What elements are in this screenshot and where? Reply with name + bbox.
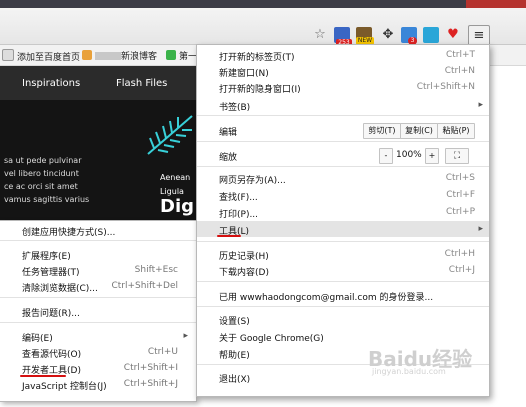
menu-settings[interactable]: 设置(S) xyxy=(219,314,477,327)
body-text: sa ut pede pulvinar xyxy=(4,156,82,165)
heart-extension-icon[interactable]: ♥ xyxy=(445,27,461,43)
submenu-view-source[interactable]: 查看源代码(O) Ctrl+U xyxy=(22,347,190,360)
menu-signed-in[interactable]: 已用 wwwhaodongcom@gmail.com 的身份登录... xyxy=(219,290,477,303)
copy-button[interactable]: 复制(C) xyxy=(400,123,438,139)
side-heading: Ligula xyxy=(160,187,184,196)
submenu-arrow-icon: ▸ xyxy=(478,224,483,234)
zoom-out-button[interactable]: - xyxy=(379,148,393,164)
menu-divider xyxy=(0,322,196,323)
menu-divider xyxy=(0,297,196,298)
blurred-text xyxy=(95,52,121,60)
title-bar xyxy=(0,0,526,8)
leaf-icon xyxy=(166,50,176,60)
menu-bookmarks[interactable]: 书签(B) ▸ xyxy=(219,100,483,113)
menu-new-incognito[interactable]: 打开新的隐身窗口(I) Ctrl+Shift+N xyxy=(219,82,477,95)
nav-inspirations[interactable]: Inspirations xyxy=(22,78,80,89)
annotation-underline xyxy=(217,235,241,237)
zoom-in-button[interactable]: + xyxy=(425,148,439,164)
zoom-level: 100% xyxy=(396,150,422,160)
body-text: vamus sagittis varius xyxy=(4,195,90,204)
menu-divider xyxy=(197,306,489,307)
submenu-create-shortcut[interactable]: 创建应用快捷方式(S)... xyxy=(22,225,190,238)
submenu-arrow-icon: ▸ xyxy=(478,100,483,110)
page-icon xyxy=(2,49,14,61)
menu-save-as[interactable]: 网页另存为(A)... Ctrl+S xyxy=(219,173,477,186)
menu-print[interactable]: 打印(P)... Ctrl+P xyxy=(219,207,477,220)
menu-find[interactable]: 查找(F)... Ctrl+F xyxy=(219,190,477,203)
menu-new-window[interactable]: 新建窗口(N) Ctrl+N xyxy=(219,66,477,79)
menu-tools[interactable]: 工具(L) ▸ xyxy=(219,224,483,237)
bookmark-baidu[interactable]: 添加至百度首页 xyxy=(2,49,80,63)
nav-flash-files[interactable]: Flash Files xyxy=(116,78,167,89)
weibo-extension-icon[interactable] xyxy=(423,27,439,43)
submenu-arrow-icon: ▸ xyxy=(183,331,188,341)
paste-button[interactable]: 粘贴(P) xyxy=(437,123,475,139)
fullscreen-icon[interactable]: ⛶ xyxy=(445,148,469,164)
menu-downloads[interactable]: 下载内容(D) Ctrl+J xyxy=(219,265,477,278)
menu-divider xyxy=(197,166,489,167)
site-navigation: Inspirations Flash Files xyxy=(0,66,210,100)
submenu-task-manager[interactable]: 任务管理器(T) Shift+Esc xyxy=(22,265,190,278)
feather-graphic xyxy=(147,115,193,155)
menu-new-tab[interactable]: 打开新的标签页(T) Ctrl+T xyxy=(219,50,477,63)
watermark-url: jingyan.baidu.com xyxy=(372,367,446,376)
body-text: ce ac orci sit amet xyxy=(4,182,78,191)
submenu-report-issue[interactable]: 报告问题(R)... xyxy=(22,306,190,319)
menu-history[interactable]: 历史记录(H) Ctrl+H xyxy=(219,249,477,262)
body-text: vel libero tincidunt xyxy=(4,169,79,178)
window-controls[interactable] xyxy=(466,0,526,8)
site-content: sa ut pede pulvinar vel libero tincidunt… xyxy=(0,100,210,220)
submenu-encoding[interactable]: 编码(E) ▸ xyxy=(22,331,190,344)
puzzle-extension-icon[interactable]: ✥ xyxy=(380,27,396,43)
cut-button[interactable]: 剪切(T) xyxy=(363,123,401,139)
menu-divider xyxy=(197,281,489,282)
side-heading: Aenean xyxy=(160,173,191,182)
submenu-clear-data[interactable]: 清除浏览数据(C)... Ctrl+Shift+Del xyxy=(22,281,190,294)
site-logo-text: Dig xyxy=(160,196,194,217)
menu-divider xyxy=(197,141,489,142)
submenu-extensions[interactable]: 扩展程序(E) xyxy=(22,249,190,262)
submenu-js-console[interactable]: JavaScript 控制台(J) Ctrl+Shift+J xyxy=(22,379,190,392)
bookmark-third[interactable]: 第一 xyxy=(166,49,197,62)
bookmark-sina-blog[interactable]: 新浪博客 xyxy=(82,49,157,62)
tools-submenu: 创建应用快捷方式(S)... 扩展程序(E) 任务管理器(T) Shift+Esc… xyxy=(0,220,197,402)
menu-divider xyxy=(197,115,489,116)
menu-divider xyxy=(0,240,196,241)
bookmark-star-icon[interactable]: ☆ xyxy=(312,27,328,43)
flower-icon xyxy=(82,50,92,60)
annotation-underline xyxy=(20,375,66,377)
browser-toolbar: ☆ 253 NEW ✥ 3 ♥ ≡ xyxy=(0,8,526,51)
menu-divider xyxy=(197,241,489,242)
